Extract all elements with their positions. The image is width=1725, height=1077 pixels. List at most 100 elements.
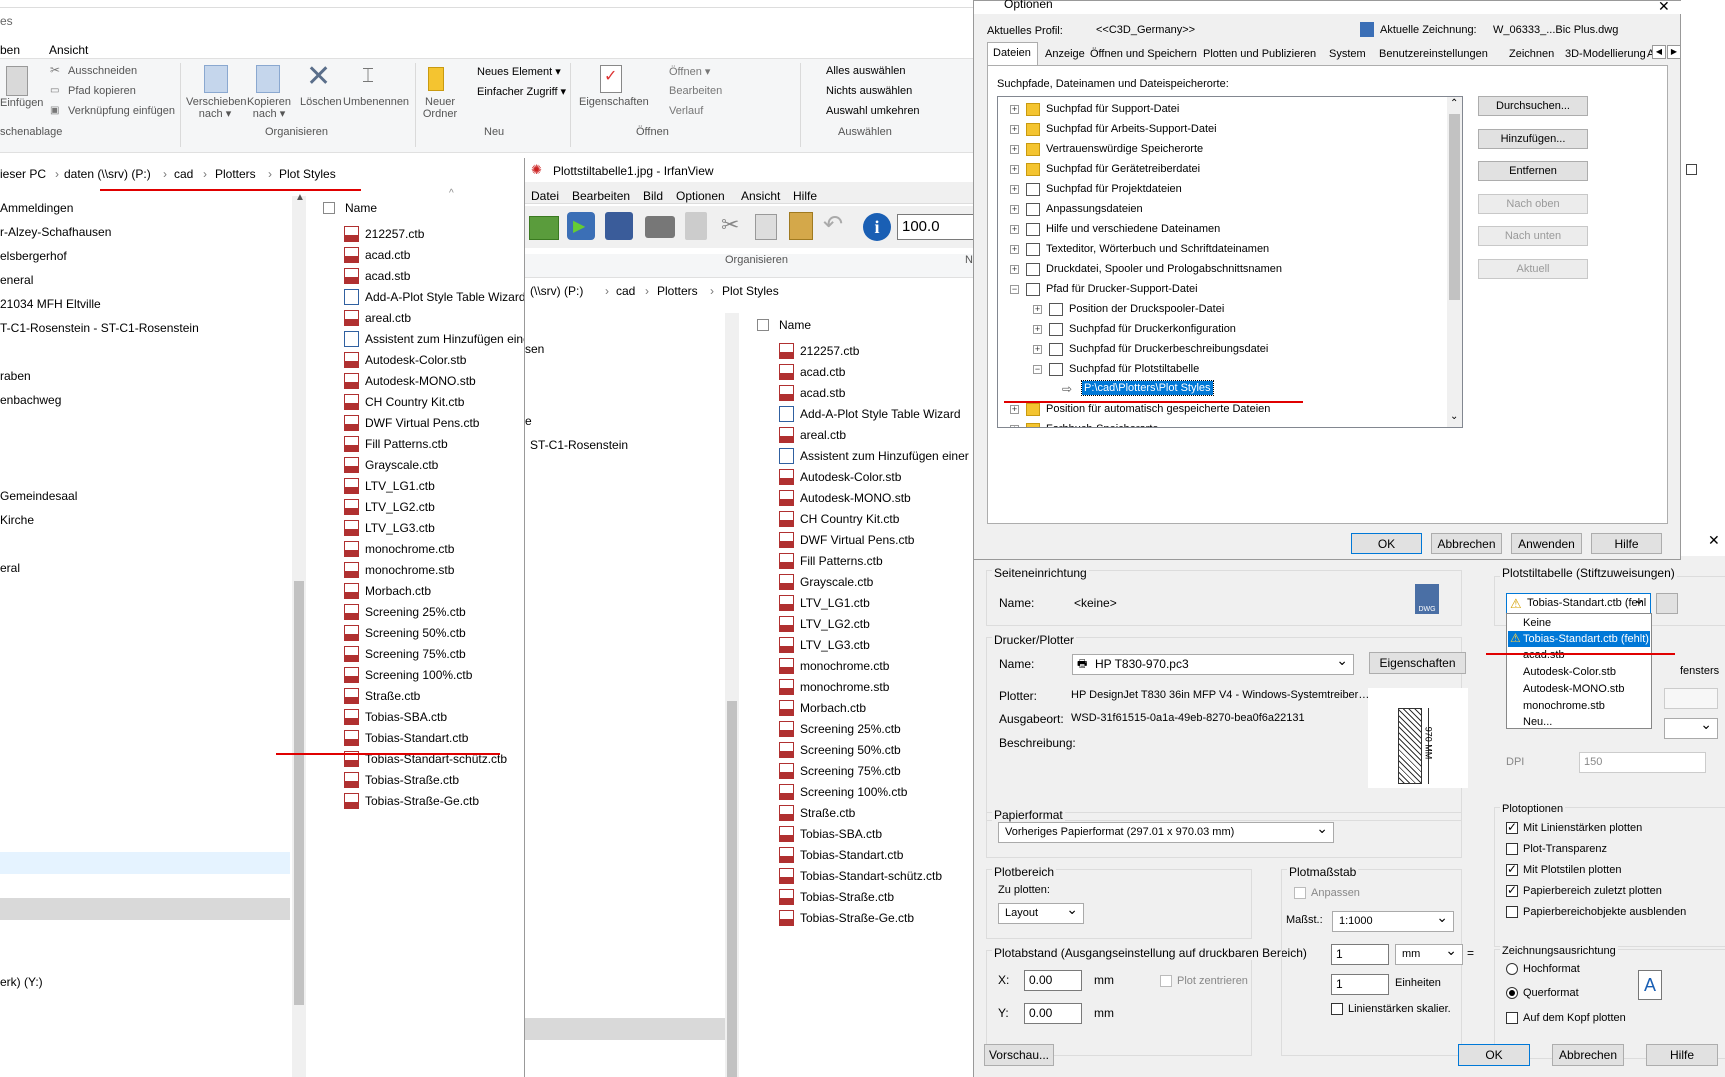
- nav-item[interactable]: elsbergerhof: [0, 249, 67, 263]
- options-help-button[interactable]: Hilfe: [1591, 533, 1662, 554]
- style-option-none[interactable]: Keine: [1523, 617, 1551, 629]
- file-item[interactable]: Tobias-Standart.ctb: [365, 731, 468, 745]
- tree-item[interactable]: Suchpfad für Arbeits-Support-Datei: [1046, 123, 1217, 135]
- tab-scroll-right-icon[interactable]: ▶: [1667, 45, 1681, 59]
- file-item[interactable]: areal.ctb: [365, 311, 411, 325]
- preview-button[interactable]: Vorschau...: [984, 1044, 1054, 1066]
- nav-item[interactable]: T-C1-Rosenstein - ST-C1-Rosenstein: [0, 321, 199, 335]
- copy-button[interactable]: Kopieren nach ▾: [245, 96, 293, 120]
- nav-item[interactable]: Ammeldingen: [0, 201, 73, 215]
- copy-path-icon[interactable]: ▭: [50, 85, 59, 96]
- side-button-2[interactable]: Entfernen: [1478, 161, 1588, 181]
- tree-item[interactable]: Texteditor, Wörterbuch und Schriftdatein…: [1046, 243, 1269, 255]
- history-button[interactable]: Verlauf: [669, 105, 703, 117]
- irfan-menu-datei[interactable]: Datei: [531, 189, 559, 203]
- close-icon[interactable]: ✕: [1658, 0, 1670, 15]
- crumb[interactable]: cad: [174, 167, 193, 181]
- crumb[interactable]: Plot Styles: [279, 167, 336, 181]
- file-item[interactable]: Screening 100%.ctb: [365, 668, 472, 682]
- move-button[interactable]: Verschieben nach ▾: [186, 96, 247, 120]
- delete-button[interactable]: Löschen: [300, 96, 342, 108]
- scroll-up-icon[interactable]: ▲: [295, 192, 305, 203]
- tree-item[interactable]: Hilfe und verschiedene Dateinamen: [1046, 223, 1220, 235]
- tree-expand-icon[interactable]: +: [1010, 165, 1019, 174]
- new-item-button[interactable]: Neues Element ▾: [477, 65, 561, 78]
- tree-expand-icon[interactable]: +: [1033, 305, 1042, 314]
- file-item[interactable]: Screening 25%.ctb: [365, 605, 466, 619]
- tree-scroll-down-icon[interactable]: ⌄: [1450, 411, 1458, 422]
- tree-item[interactable]: Farbbuch-Speicherorte: [1046, 423, 1159, 427]
- side-button-4[interactable]: Nach unten: [1478, 226, 1588, 246]
- nav-item[interactable]: erk) (Y:): [0, 975, 43, 989]
- plot-ok-button[interactable]: OK: [1458, 1044, 1530, 1066]
- nav-item[interactable]: Kirche: [0, 513, 34, 527]
- side-button-1[interactable]: Hinzufügen...: [1478, 128, 1588, 149]
- print-icon[interactable]: [645, 216, 675, 238]
- file-item[interactable]: Tobias-Straße.ctb: [365, 773, 459, 787]
- tree-item[interactable]: Suchpfad für Plotstiltabelle: [1069, 363, 1199, 375]
- tab-system[interactable]: System: [1329, 48, 1366, 60]
- style-option-monochrome[interactable]: monochrome.stb: [1523, 700, 1605, 712]
- paste-link-icon[interactable]: ▣: [50, 105, 59, 116]
- file-item[interactable]: Grayscale.ctb: [365, 458, 438, 472]
- tab-plotten[interactable]: Plotten und Publizieren: [1203, 48, 1316, 60]
- fit-checkbox[interactable]: [1294, 887, 1306, 899]
- rename-icon[interactable]: ⌶: [362, 65, 374, 88]
- file-item[interactable]: 212257.ctb: [365, 227, 424, 241]
- side-button-3[interactable]: Nach oben: [1478, 193, 1588, 214]
- save-icon[interactable]: [605, 212, 633, 240]
- shade-quality-select[interactable]: [1664, 715, 1718, 739]
- tree-expand-icon[interactable]: +: [1033, 345, 1042, 354]
- side-button-5[interactable]: Aktuell: [1478, 258, 1588, 279]
- file-item[interactable]: Fill Patterns.ctb: [365, 437, 448, 451]
- offset-y-input[interactable]: 0.00: [1024, 1003, 1082, 1024]
- tree-expand-icon[interactable]: +: [1010, 185, 1019, 194]
- tree-item[interactable]: Suchpfad für Druckerkonfiguration: [1069, 323, 1236, 335]
- copy-icon[interactable]: [256, 65, 280, 93]
- nav-item[interactable]: enbachweg: [0, 393, 61, 407]
- file-item[interactable]: monochrome.ctb: [365, 542, 454, 556]
- file-item[interactable]: Screening 75%.ctb: [365, 647, 466, 661]
- plot-option-checkbox[interactable]: [1506, 862, 1518, 876]
- nav-item[interactable]: Gemeindesaal: [0, 489, 77, 503]
- select-all-checkbox[interactable]: [323, 202, 335, 214]
- tab-zeichnen[interactable]: Zeichnen: [1509, 48, 1554, 60]
- properties-button[interactable]: Eigenschaften: [579, 96, 649, 108]
- menu-tab-start[interactable]: ben: [0, 43, 20, 57]
- open-button[interactable]: Öffnen ▾: [669, 65, 710, 78]
- irfan-menu-hilfe[interactable]: Hilfe: [793, 189, 817, 203]
- style-option-acad[interactable]: acad.stb: [1523, 649, 1565, 661]
- tree-scroll-up-icon[interactable]: ⌃: [1450, 98, 1458, 109]
- options-apply-button[interactable]: Anwenden: [1511, 533, 1582, 554]
- printer-properties-button[interactable]: Eigenschaften: [1369, 652, 1466, 674]
- tree-item[interactable]: Position der Druckspooler-Datei: [1069, 303, 1224, 315]
- nav-item[interactable]: raben: [0, 369, 31, 383]
- new-folder-icon[interactable]: [428, 67, 444, 91]
- plot-cancel-button[interactable]: Abbrechen: [1552, 1044, 1624, 1066]
- nav-item[interactable]: eneral: [0, 273, 33, 287]
- tab-benutzereinstellungen[interactable]: Benutzereinstellungen: [1379, 48, 1488, 60]
- close-icon[interactable]: ✕: [1708, 532, 1720, 549]
- tab-3d-modellierung[interactable]: 3D-Modellierung: [1565, 48, 1646, 60]
- irfan-menu-bearbeiten[interactable]: Bearbeiten: [572, 189, 630, 203]
- paper-select[interactable]: Vorheriges Papierformat (297.01 x 970.03…: [998, 819, 1334, 843]
- copy-path-button[interactable]: Pfad kopieren: [68, 85, 136, 97]
- tab-oeffnen-speichern[interactable]: Öffnen und Speichern: [1090, 48, 1197, 60]
- file-item[interactable]: Add-A-Plot Style Table Wizard: [365, 290, 526, 304]
- plot-help-button[interactable]: Hilfe: [1646, 1044, 1718, 1066]
- invert-selection-button[interactable]: Auswahl umkehren: [826, 105, 920, 117]
- style-option-autodesk-mono[interactable]: Autodesk-MONO.stb: [1523, 683, 1624, 695]
- file-item[interactable]: DWF Virtual Pens.ctb: [365, 416, 479, 430]
- file-item[interactable]: Tobias-Straße-Ge.ctb: [365, 794, 479, 808]
- side-button-0[interactable]: Durchsuchen...: [1478, 96, 1588, 116]
- delete-icon[interactable]: ✕: [306, 59, 331, 94]
- irfan-menu-ansicht[interactable]: Ansicht: [741, 189, 780, 203]
- scale-denominator-input[interactable]: 1: [1331, 974, 1389, 995]
- tree-item[interactable]: Suchpfad für Projektdateien: [1046, 183, 1182, 195]
- tree-expand-icon[interactable]: +: [1010, 265, 1019, 274]
- nav-item[interactable]: r-Alzey-Schafhausen: [0, 225, 111, 239]
- undo-icon[interactable]: ↶: [823, 210, 843, 239]
- edit-style-table-icon[interactable]: [1656, 593, 1678, 614]
- area-select[interactable]: Layout: [998, 900, 1084, 924]
- options-cancel-button[interactable]: Abbrechen: [1431, 533, 1502, 554]
